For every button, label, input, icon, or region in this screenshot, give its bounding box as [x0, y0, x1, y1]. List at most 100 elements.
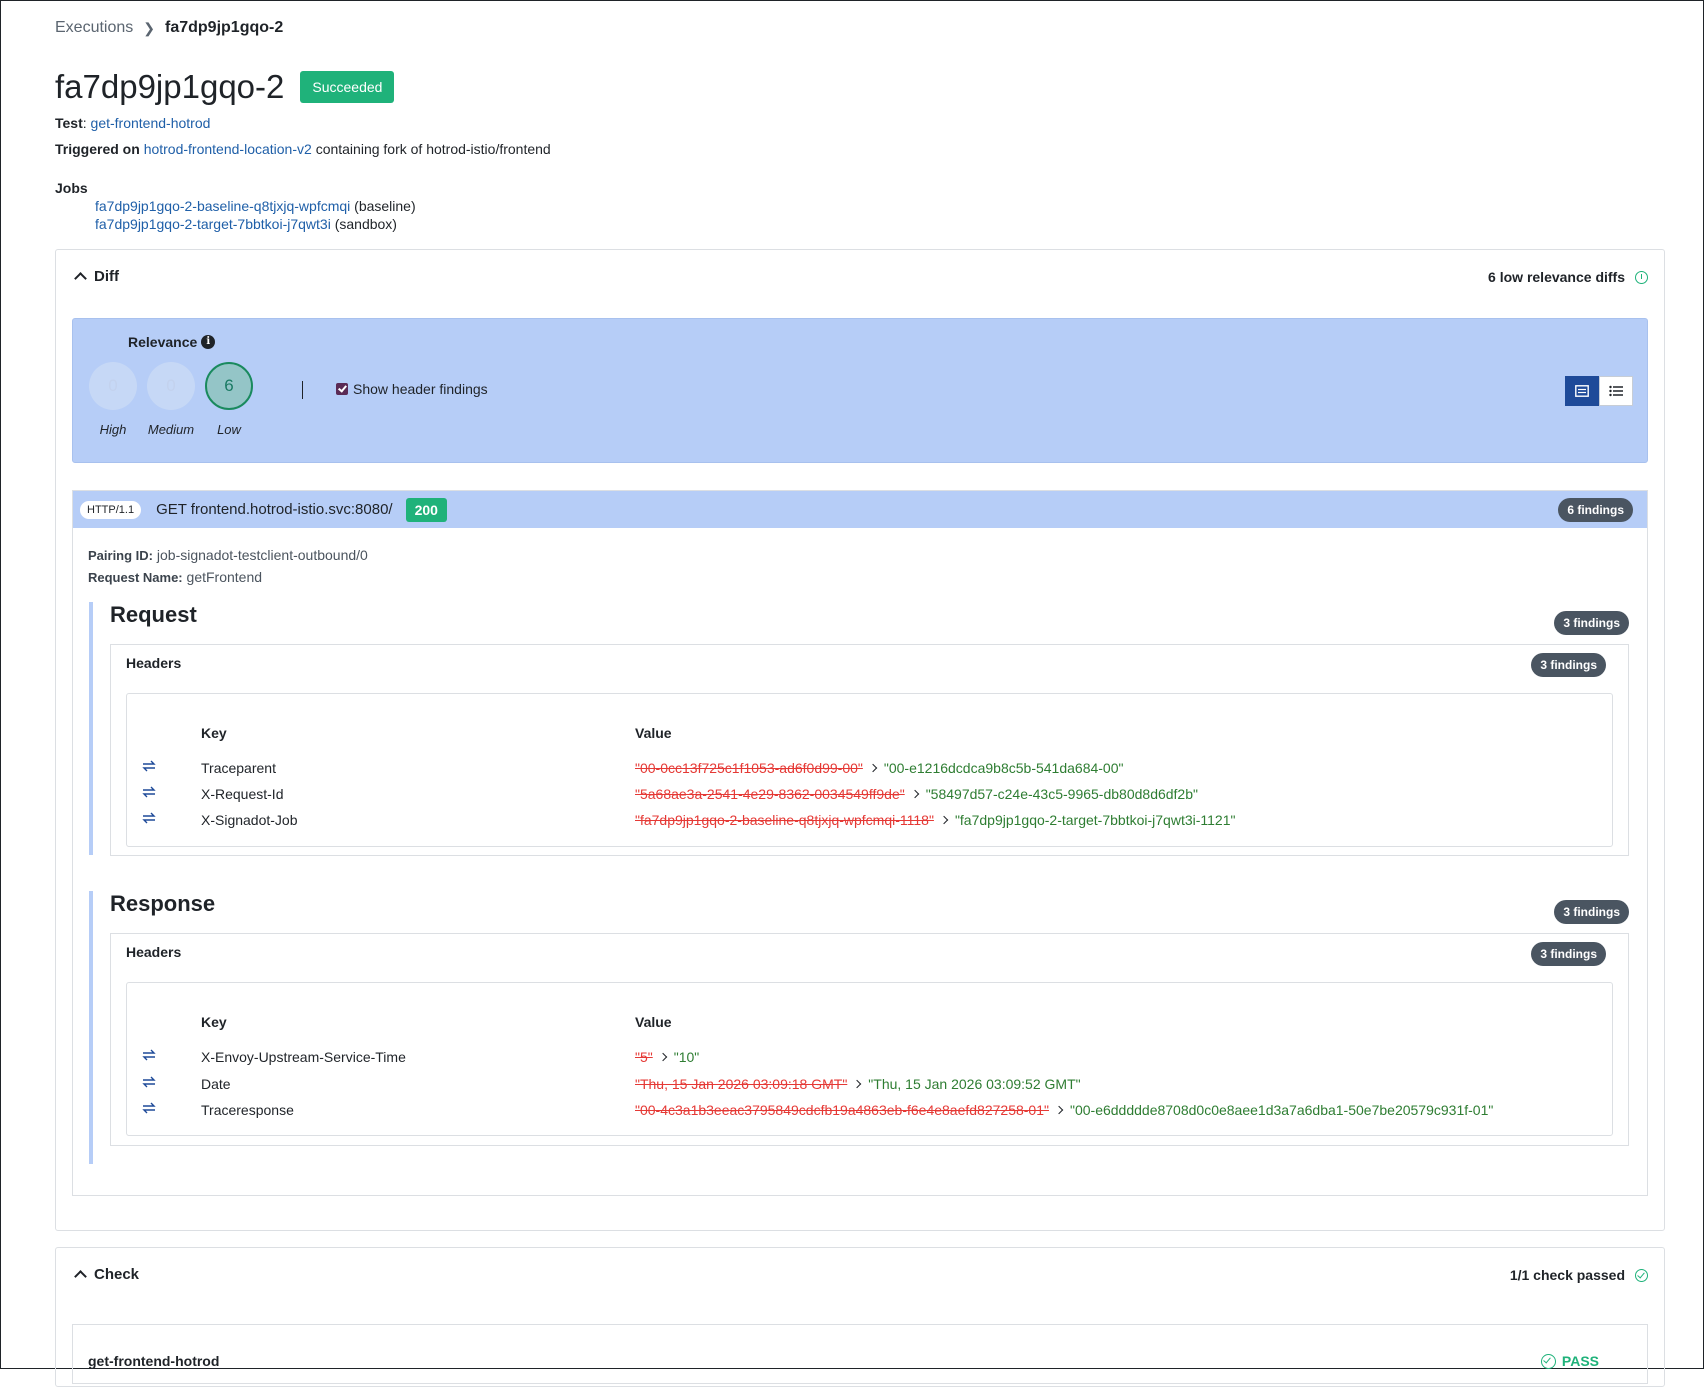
findings-badge: 3 findings [1554, 611, 1629, 635]
check-item[interactable]: get-frontend-hotrod PASS [72, 1324, 1648, 1384]
check-circle-icon [1635, 1268, 1648, 1282]
triggered-suffix: containing fork of hotrod-istio/frontend [315, 141, 551, 157]
list-view-icon [1609, 385, 1623, 397]
relevance-low-count[interactable]: 6 [205, 362, 253, 410]
header-value-diff: "fa7dp9jp1gqo-2-baseline-q8tjxjq-wpfcmqi… [635, 812, 1235, 828]
list-view-button[interactable] [1599, 376, 1633, 406]
job-link-baseline[interactable]: fa7dp9jp1gqo-2-baseline-q8tjxjq-wpfcmqi [95, 198, 350, 214]
protocol-badge: HTTP/1.1 [80, 500, 142, 519]
check-title: Check [94, 1266, 140, 1283]
test-link[interactable]: get-frontend-hotrod [91, 115, 211, 131]
response-section: Response 3 findings Headers 3 findings K… [89, 891, 1635, 1164]
value-column-header: Value [635, 725, 672, 741]
relevance-low-label: Low [217, 422, 241, 437]
chevron-right-icon [910, 789, 919, 799]
checkbox-checked-icon[interactable] [336, 383, 348, 395]
view-toggle [1565, 376, 1633, 406]
triggered-label: Triggered on [55, 141, 140, 157]
relevance-medium-count[interactable]: 0 [147, 362, 195, 410]
old-value: "00-4c3a1b3eeac3795849cdcfb19a4863eb-f6e… [635, 1102, 1049, 1118]
header-key: Traceparent [201, 760, 276, 776]
diff-summary: 6 low relevance diffs [1488, 269, 1648, 285]
job-role: (sandbox) [334, 216, 397, 232]
check-summary: 1/1 check passed [1510, 1267, 1648, 1283]
request-headers-box: Headers 3 findings Key Value Traceparent… [110, 644, 1629, 856]
header-key: Traceresponse [201, 1102, 294, 1118]
header-key: X-Envoy-Upstream-Service-Time [201, 1049, 406, 1065]
header-key: Date [201, 1076, 231, 1092]
chevron-right-icon [853, 1079, 862, 1089]
diff-summary-text: 6 low relevance diffs [1488, 269, 1625, 285]
relevance-title: Relevance i [128, 334, 216, 350]
job-role: (baseline) [354, 198, 416, 214]
table-row: Date "Thu, 15 Jan 2026 03:09:18 GMT" "Th… [127, 1074, 1612, 1096]
table-row: Traceresponse "00-4c3a1b3eeac3795849cdcf… [127, 1100, 1612, 1122]
key-column-header: Key [201, 725, 227, 741]
header-value-diff: "5" "10" [635, 1049, 699, 1065]
chevron-up-icon [74, 1270, 87, 1283]
request-name-label: Request Name: [88, 570, 183, 585]
headers-title: Headers [126, 944, 182, 960]
request-name: Request Name: getFrontend [88, 569, 262, 585]
card-view-button[interactable] [1565, 376, 1599, 406]
title-row: fa7dp9jp1gqo-2 Succeeded [55, 68, 395, 106]
sandbox-link[interactable]: hotrod-frontend-location-v2 [144, 141, 312, 157]
request-name-value: getFrontend [186, 569, 263, 585]
swap-icon [142, 786, 156, 798]
show-header-findings-checkbox[interactable]: Show header findings [336, 381, 488, 397]
relevance-info-icon[interactable]: i [201, 335, 216, 349]
relevance-medium-label: Medium [147, 422, 195, 437]
pairing-id: Pairing ID: job-signadot-testclient-outb… [88, 547, 368, 563]
old-value: "00-0cc13f725c1f1053-ad6f0d99-00" [635, 760, 863, 776]
info-icon[interactable] [1635, 270, 1648, 284]
test-line: Test: get-frontend-hotrod [55, 115, 211, 131]
check-card: Check 1/1 check passed get-frontend-hotr… [55, 1247, 1665, 1387]
pairing-id-value: job-signadot-testclient-outbound/0 [156, 547, 368, 563]
check-result-text: PASS [1561, 1353, 1599, 1369]
header-value-diff: "00-4c3a1b3eeac3795849cdcfb19a4863eb-f6e… [635, 1102, 1493, 1118]
findings-badge: 6 findings [1558, 497, 1633, 522]
check-circle-icon [1540, 1353, 1556, 1369]
chevron-right-icon [658, 1052, 667, 1062]
request-bar[interactable]: HTTP/1.1 GET frontend.hotrod-istio.svc:8… [73, 491, 1647, 528]
swap-icon [142, 812, 156, 824]
check-result: PASS [1540, 1353, 1599, 1369]
response-section-title: Response [110, 891, 216, 916]
new-value: "Thu, 15 Jan 2026 03:09:52 GMT" [868, 1076, 1081, 1092]
new-value: "10" [673, 1049, 700, 1065]
relevance-high-count[interactable]: 0 [89, 362, 137, 410]
request-section: Request 3 findings Headers 3 findings Ke… [89, 602, 1635, 856]
check-item-name: get-frontend-hotrod [88, 1353, 220, 1369]
chevron-right-icon: ❯ [143, 19, 155, 36]
value-column-header: Value [635, 1014, 672, 1030]
job-item: fa7dp9jp1gqo-2-target-7bbtkoi-j7qwt3i (s… [95, 216, 397, 232]
header-key: X-Signadot-Job [201, 812, 298, 828]
diff-toggle[interactable]: Diff [74, 268, 119, 285]
pairing-id-label: Pairing ID: [88, 548, 154, 563]
findings-badge: 3 findings [1531, 942, 1606, 966]
status-code-badge: 200 [405, 497, 447, 522]
response-headers-box: Headers 3 findings Key Value X-Envoy-Ups… [110, 933, 1629, 1146]
findings-badge: 3 findings [1554, 900, 1629, 924]
show-header-findings-label: Show header findings [353, 381, 488, 397]
header-value-diff: "Thu, 15 Jan 2026 03:09:18 GMT" "Thu, 15… [635, 1076, 1081, 1092]
new-value: "00-e6ddddde8708d0c0e8aee1d3a7a6dba1-50e… [1069, 1102, 1494, 1118]
breadcrumb: Executions ❯ fa7dp9jp1gqo-2 [55, 19, 283, 37]
job-link-sandbox[interactable]: fa7dp9jp1gqo-2-target-7bbtkoi-j7qwt3i [95, 216, 331, 232]
chevron-right-icon [939, 815, 949, 825]
header-value-diff: "5a68ae3a-2541-4e29-8362-0034549ff9de" "… [635, 786, 1198, 802]
triggered-line: Triggered on hotrod-frontend-location-v2… [55, 141, 551, 157]
check-summary-text: 1/1 check passed [1509, 1267, 1625, 1283]
old-value: "5a68ae3a-2541-4e29-8362-0034549ff9de" [635, 786, 905, 802]
old-value: "Thu, 15 Jan 2026 03:09:18 GMT" [635, 1076, 848, 1092]
status-badge: Succeeded [300, 71, 395, 103]
swap-icon [142, 1102, 156, 1114]
headers-title: Headers [126, 655, 182, 671]
table-row: X-Signadot-Job "fa7dp9jp1gqo-2-baseline-… [127, 810, 1612, 832]
chevron-right-icon [1054, 1105, 1064, 1115]
relevance-high-label: High [99, 422, 127, 437]
breadcrumb-executions-link[interactable]: Executions [55, 19, 133, 37]
check-toggle[interactable]: Check [74, 1266, 140, 1283]
test-label: Test [55, 115, 83, 131]
response-headers-table: Key Value X-Envoy-Upstream-Service-Time … [126, 982, 1613, 1136]
